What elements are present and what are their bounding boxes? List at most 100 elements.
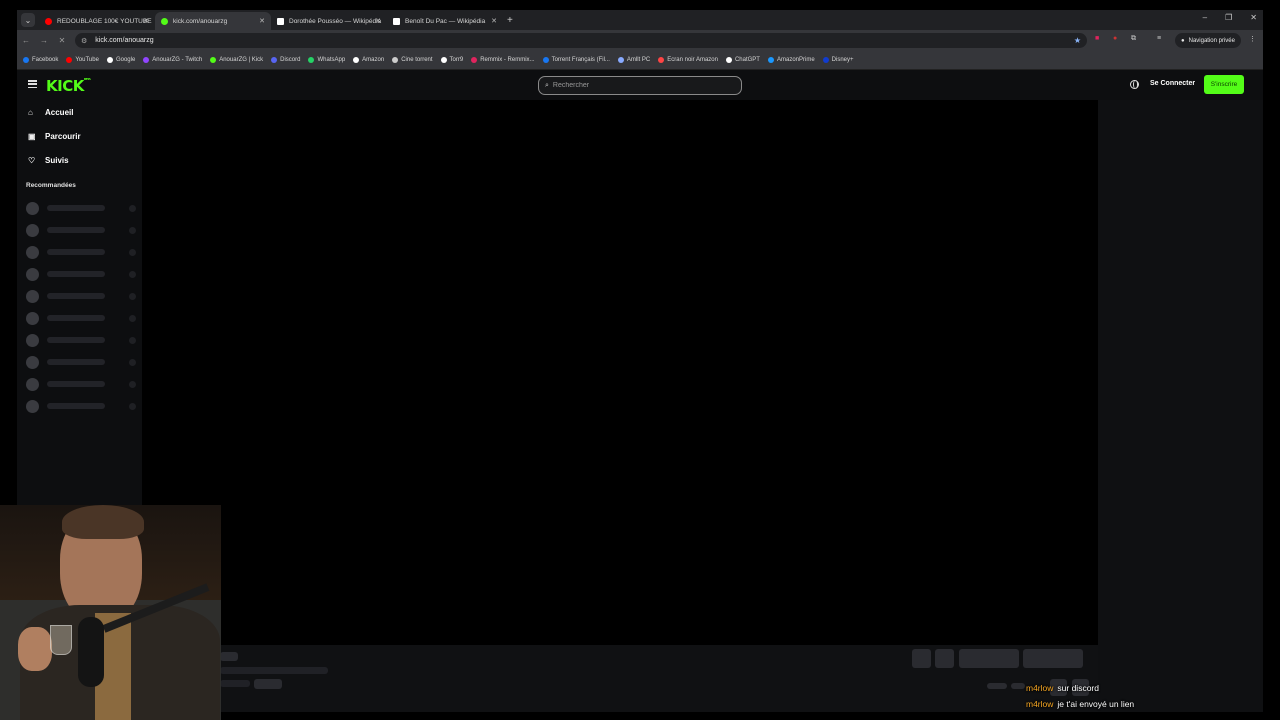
recommended-skeleton-row [17,351,141,373]
address-bar[interactable]: ⚙ kick.com/anouarzg ★ [75,33,1087,48]
search-box[interactable]: ⌕ [538,76,742,95]
bookmark-item[interactable]: YouTube [66,57,99,63]
signup-button[interactable]: S'inscrire [1204,75,1244,94]
bookmark-item[interactable]: Facebook [23,57,58,63]
nav-label: Parcourir [45,131,81,141]
loading-placeholder [912,649,931,668]
bookmark-label: WhatsApp [317,57,346,63]
beta-badge: BETA [83,77,91,81]
tab-close-icon[interactable]: ✕ [143,17,149,25]
tab-close-icon[interactable]: ✕ [259,17,265,25]
bookmark-label: Google [115,57,136,63]
skeleton-dot [129,336,136,344]
streamer-hand [18,627,52,671]
restore-icon[interactable]: ❐ [1225,13,1232,22]
bookmark-star-icon[interactable]: ★ [1074,36,1081,45]
bookmark-favicon-icon [143,57,150,63]
incognito-icon: ● [1181,37,1185,44]
tab-wikipedia-benoit[interactable]: Benoît Du Pac — Wikipédia ✕ [387,12,503,30]
recommended-skeleton-row [17,241,141,263]
tab-strip: ⌄ REDOUBLAGE 100€ YOUTUBE ✕ kick.com/ano… [17,10,1263,30]
bookmark-favicon-icon [353,57,360,63]
microphone [78,617,104,687]
bookmark-label: Torrent Français (Fil... [551,57,610,63]
skeleton-bar [47,271,105,277]
close-window-icon[interactable]: ✕ [1250,13,1257,22]
skeleton-dot [129,358,136,366]
kick-logo[interactable]: KICKBETA [46,77,91,95]
skeleton-dot [129,402,136,410]
forward-icon[interactable]: → [35,36,53,45]
bookmark-label: YouTube [75,57,99,63]
skeleton-av [26,201,39,215]
loading-placeholder [220,667,328,674]
wine-glass [50,625,72,655]
loading-placeholder [987,683,1007,689]
tab-redoublage[interactable]: REDOUBLAGE 100€ YOUTUBE ✕ [39,12,155,30]
language-globe-icon[interactable] [1130,80,1139,89]
recommended-skeleton-row [17,219,141,241]
hamburger-menu-icon[interactable] [28,80,37,88]
bookmark-favicon-icon [617,57,624,63]
minimize-icon[interactable]: – [1203,13,1207,22]
bookmark-item[interactable]: Torr9 [440,57,464,63]
bookmark-item[interactable]: Disney+ [822,57,854,63]
bookmark-item[interactable]: Google [106,57,136,63]
tab-close-icon[interactable]: ✕ [491,17,497,25]
back-icon[interactable]: ← [17,36,35,45]
bookmark-item[interactable]: WhatsApp [308,57,345,63]
extension-icon[interactable]: ■ [1095,35,1099,42]
skeleton-bar [47,227,105,233]
bookmark-item[interactable]: AnouarZG - Twitch [143,57,202,63]
home-icon: ⌂ [28,107,33,117]
loading-placeholder [1023,649,1083,668]
bookmark-label: Torr9 [449,57,464,63]
chat-text: je t'ai envoyé un lien [1057,699,1135,709]
nav-home[interactable]: ⌂ Accueil [17,100,141,124]
tab-kick[interactable]: kick.com/anouarzg ✕ [155,12,271,30]
bookmark-item[interactable]: Amllt PC [617,57,650,63]
recommended-skeleton-row [17,285,141,307]
extension-icon[interactable]: ● [1113,35,1117,42]
bookmark-item[interactable]: Cine torrent [392,57,433,63]
nav-following[interactable]: ♡ Suivis [17,148,141,172]
skeleton-av [26,333,39,347]
stop-loading-icon[interactable]: ✕ [53,36,71,45]
tab-wikipedia-dorothee[interactable]: Dorothée Pousséo — Wikipédia ✕ [271,12,387,30]
bookmark-item[interactable]: Torrent Français (Fil... [542,57,610,63]
skeleton-bar [47,381,105,387]
skeleton-bar [47,205,105,211]
tab-search-icon[interactable]: ≡ [1157,35,1161,42]
bookmark-item[interactable]: AmazonPrime [767,57,815,63]
youtube-icon [45,17,52,25]
bookmark-label: Facebook [32,57,59,63]
streamer-hair [62,505,144,539]
bookmarks-bar: Facebook YouTube Google AnouarZG - Twitch An… [17,51,1263,70]
search-input[interactable] [552,82,723,89]
bookmark-item[interactable]: Amazon [353,57,384,63]
private-mode-badge[interactable]: ● Navigation privée [1175,33,1241,48]
tab-title: Benoît Du Pac — Wikipédia [405,17,486,25]
site-info-icon[interactable]: ⚙ [81,37,87,45]
bookmark-favicon-icon [822,57,829,63]
bookmark-label: Discord [280,57,301,63]
loading-placeholder [1011,683,1025,689]
tab-close-icon[interactable]: ✕ [375,17,381,25]
chat-overlay-message: m4rlow je t'ai envoyé un lien [1026,699,1134,709]
bookmark-label: Cine torrent [401,57,433,63]
chat-panel [1098,100,1263,712]
bookmark-item[interactable]: Discord [271,57,300,63]
video-player[interactable] [142,100,1098,645]
login-button[interactable]: Se Connecter [1150,80,1195,87]
bookmark-item[interactable]: Ecran noir Amazon [658,57,718,63]
nav-browse[interactable]: ▣ Parcourir [17,124,141,148]
bookmark-item[interactable]: AnouarZG | Kick [210,57,263,63]
bookmark-item[interactable]: Remmix - Remmix... [471,57,535,63]
bookmark-item[interactable]: ChatGPT [725,57,760,63]
tab-search-button[interactable]: ⌄ [21,13,35,27]
menu-kebab-icon[interactable]: ⋮ [1249,35,1256,43]
extensions-puzzle-icon[interactable]: ⧉ [1131,35,1136,43]
skeleton-dot [129,270,136,278]
new-tab-icon[interactable]: + [507,15,513,26]
chat-username: m4rlow [1026,683,1054,693]
